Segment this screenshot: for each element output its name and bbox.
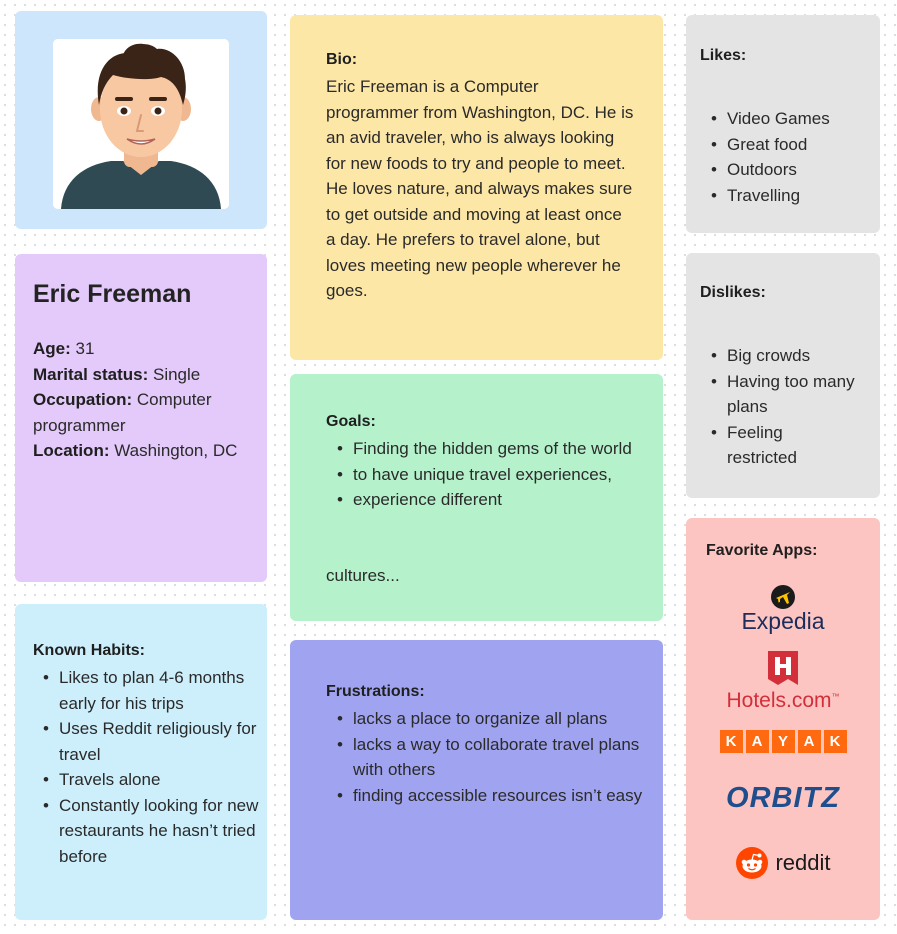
list-item: Uses Reddit religiously for travel [43,716,269,767]
favorite-apps-title: Favorite Apps: [706,542,818,559]
goals-title: Goals: [326,413,376,430]
list-item: Outdoors [711,157,897,183]
list-item: finding accessible resources isn’t easy [337,783,643,809]
bio-card: Bio: Eric Freeman is a Computer programm… [290,15,663,360]
reddit-text: reddit [775,850,831,875]
frustrations-card: Frustrations: lacks a place to organize … [290,640,663,920]
hotels-wordmark: Hotels.com™ [686,689,880,713]
known-habits-title: Known Habits: [33,642,145,659]
reddit-logo: reddit [686,846,880,885]
list-item: lacks a place to organize all plans [337,706,643,732]
marital-status-value: Single [152,364,201,384]
occupation-label: Occupation: [33,390,133,409]
list-item: Great food [711,132,897,158]
likes-card: Likes: Video Games Great food Outdoors T… [686,15,880,233]
persona-name: Eric Freeman [33,280,192,308]
marital-status-field: Marital status: Single [33,362,243,388]
kayak-letter: Y [771,730,795,753]
list-item: Travelling [711,183,897,209]
marital-status-label: Marital status: [33,364,149,384]
plane-icon [771,585,795,609]
profile-fields: Age: 31 Marital status: Single Occupatio… [33,336,243,464]
orbitz-logo: ORBITZ [686,782,880,815]
expedia-logo: Expedia [686,584,880,635]
dislikes-list: Big crowds Having too many plans Feeling… [705,343,857,471]
list-item: lacks a way to collaborate travel plans … [337,732,643,783]
avatar-card [15,11,267,229]
list-item: Big crowds [711,343,857,369]
age-field: Age: 31 [33,336,243,362]
list-item: Likes to plan 4-6 months early for his t… [43,665,269,716]
kayak-letter: K [823,730,847,753]
kayak-wordmark: K A Y A K [719,730,847,753]
likes-title: Likes: [700,47,747,64]
trademark-symbol: ™ [831,692,840,701]
reddit-alien-icon [736,847,769,879]
likes-list: Video Games Great food Outdoors Travelli… [705,106,897,208]
known-habits-list: Likes to plan 4-6 months early for his t… [37,665,269,869]
location-field: Location: Washington, DC [33,438,243,464]
location-value: Washington, DC [114,441,238,460]
kayak-letter: A [745,730,769,753]
kayak-letter: A [797,730,821,753]
occupation-field: Occupation: Computer programmer [33,387,243,438]
list-item: Travels alone [43,767,269,793]
location-label: Location: [33,441,110,460]
list-item: Finding the hidden gems of the world [337,436,643,462]
bio-title: Bio: [326,51,358,68]
hotels-text: Hotels.com [726,689,832,712]
list-item: Feeling restricted [711,420,857,471]
hotels-logo: Hotels.com™ [686,649,880,713]
orbitz-wordmark: ORBITZ [726,782,840,814]
frustrations-title: Frustrations: [326,683,425,700]
profile-card: Eric Freeman Age: 31 Marital status: Sin… [15,254,267,582]
goals-card: Goals: Finding the hidden gems of the wo… [290,374,663,621]
list-item: Constantly looking for new restaurants h… [43,793,269,870]
avatar [53,39,229,209]
age-value: 31 [75,339,95,358]
known-habits-card: Known Habits: Likes to plan 4-6 months e… [15,604,267,920]
kayak-logo: K A Y A K [686,730,880,753]
goals-trailing-text: cultures... [326,566,400,585]
dislikes-card: Dislikes: Big crowds Having too many pla… [686,253,880,498]
reddit-wordmark-row: reddit [735,846,831,880]
age-label: Age: [33,339,71,358]
frustrations-list: lacks a place to organize all plans lack… [331,706,643,808]
expedia-wordmark: Expedia [741,608,825,634]
list-item: Having too many plans [711,369,857,420]
favorite-apps-card: Favorite Apps: Expedia Hotels.com™ K A Y… [686,518,880,920]
hotels-h-icon [768,651,798,685]
kayak-letter: K [719,730,743,753]
bio-text: Eric Freeman is a Computer programmer fr… [326,77,634,300]
list-item: Video Games [711,106,897,132]
list-item: to have unique travel experiences, [337,462,643,488]
goals-list: Finding the hidden gems of the world to … [331,436,643,513]
list-item: experience different [337,487,643,513]
dislikes-title: Dislikes: [700,284,766,301]
person-illustration [53,39,229,209]
